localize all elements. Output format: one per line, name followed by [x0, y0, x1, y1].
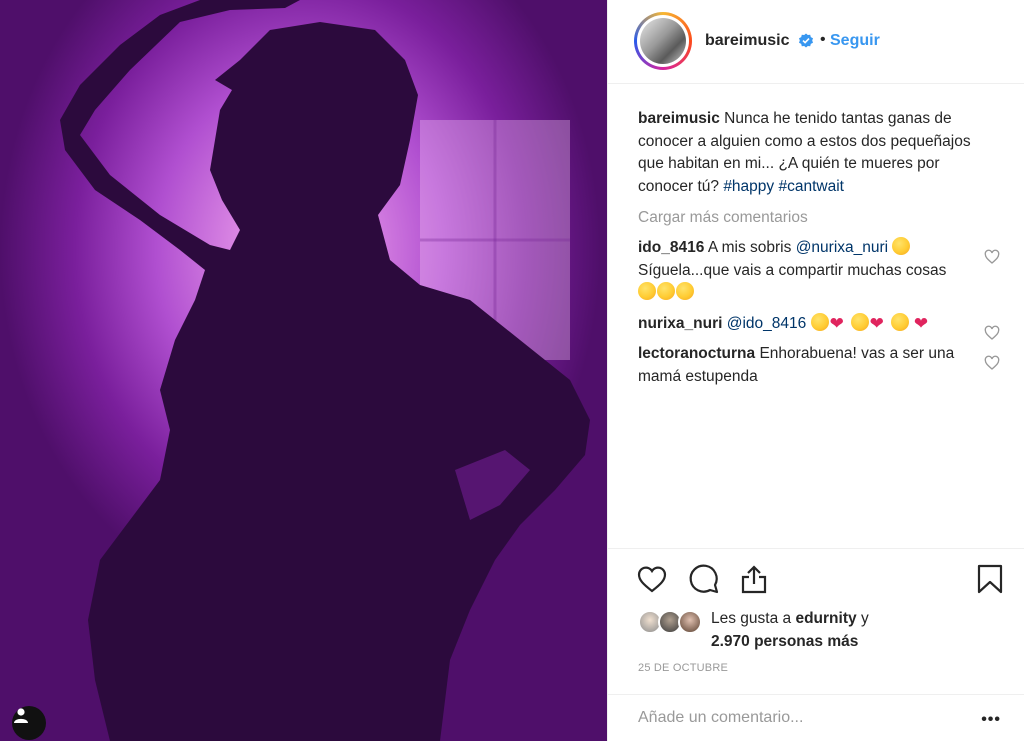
post-date[interactable]: 25 DE OCTUBRE [638, 662, 728, 674]
kiss-emoji-icon [850, 312, 869, 331]
wink-emoji-icon [892, 237, 911, 255]
kiss-emoji-icon [676, 282, 694, 300]
heart-eyes-emoji-icon [890, 312, 909, 331]
mention-link[interactable]: @nurixa_nuri [796, 239, 888, 256]
post-photo[interactable] [0, 0, 607, 741]
post-header: bareimusic • Seguir [608, 0, 1024, 84]
comment-text: Síguela...que vais a compartir muchas co… [638, 261, 947, 279]
add-comment-bar: ••• [608, 694, 1024, 741]
comment-username[interactable]: ido_8416 [638, 239, 704, 256]
comment-text: A mis sobris [707, 239, 792, 256]
silhouette-image [60, 0, 590, 741]
comment-item: lectoranocturna Enhorabuena! vas a ser u… [638, 343, 1000, 388]
user-tag-icon[interactable] [12, 706, 46, 740]
comment-icon[interactable] [688, 563, 720, 595]
likes-count-button[interactable]: 2.970 personas más [711, 633, 858, 650]
mention-link[interactable]: @ido_8416 [727, 315, 807, 332]
tongue-emoji-icon [638, 282, 656, 300]
comment-username[interactable]: lectoranocturna [638, 345, 755, 362]
liker-avatars [638, 610, 708, 636]
comment-username[interactable]: nurixa_nuri [638, 315, 722, 332]
bookmark-icon[interactable] [974, 563, 1006, 595]
kiss-emoji-icon [810, 312, 829, 331]
likes-text: Les gusta a edurnity y 2.970 personas má… [711, 608, 971, 653]
heart-emoji-icon: ❤ [869, 313, 884, 333]
comment-item: ido_8416 A mis sobris @nurixa_nuri Sígue… [638, 237, 1000, 305]
header-separator: • [820, 31, 826, 48]
avatar[interactable] [678, 610, 702, 634]
likes-joiner: y [860, 610, 869, 627]
more-icon[interactable]: ••• [981, 711, 1001, 729]
verified-badge-icon [799, 33, 813, 48]
heart-icon[interactable] [636, 563, 668, 595]
comment-like-heart-icon[interactable] [984, 325, 1000, 341]
avatar[interactable] [634, 12, 692, 70]
comment-item: nurixa_nuri @ido_8416 ❤ ❤ ❤ [638, 312, 1000, 340]
hashtag-link[interactable]: #happy [723, 178, 774, 195]
load-more-comments-button[interactable]: Cargar más comentarios [638, 207, 998, 229]
comment-like-heart-icon[interactable] [984, 249, 1000, 265]
follow-button[interactable]: Seguir [830, 32, 880, 50]
heart-emoji-icon: ❤ [829, 313, 844, 333]
header-username[interactable]: bareimusic [705, 32, 789, 50]
liker-username[interactable]: edurnity [795, 610, 856, 627]
comment-like-heart-icon[interactable] [984, 355, 1000, 371]
comments-section: bareimusic Nunca he tenido tantas ganas … [638, 108, 1000, 388]
comment-input[interactable] [638, 709, 958, 727]
post-caption: bareimusic Nunca he tenido tantas ganas … [638, 108, 998, 198]
heart-emoji-icon: ❤ [913, 313, 929, 333]
caption-username[interactable]: bareimusic [638, 110, 720, 127]
share-icon[interactable] [738, 563, 770, 595]
post-side-panel: bareimusic • Seguir bareimusic Nunca he … [607, 0, 1024, 741]
hashtag-link[interactable]: #cantwait [778, 178, 843, 195]
likes-prefix: Les gusta a [711, 610, 792, 627]
tongue-emoji-icon [657, 282, 675, 300]
